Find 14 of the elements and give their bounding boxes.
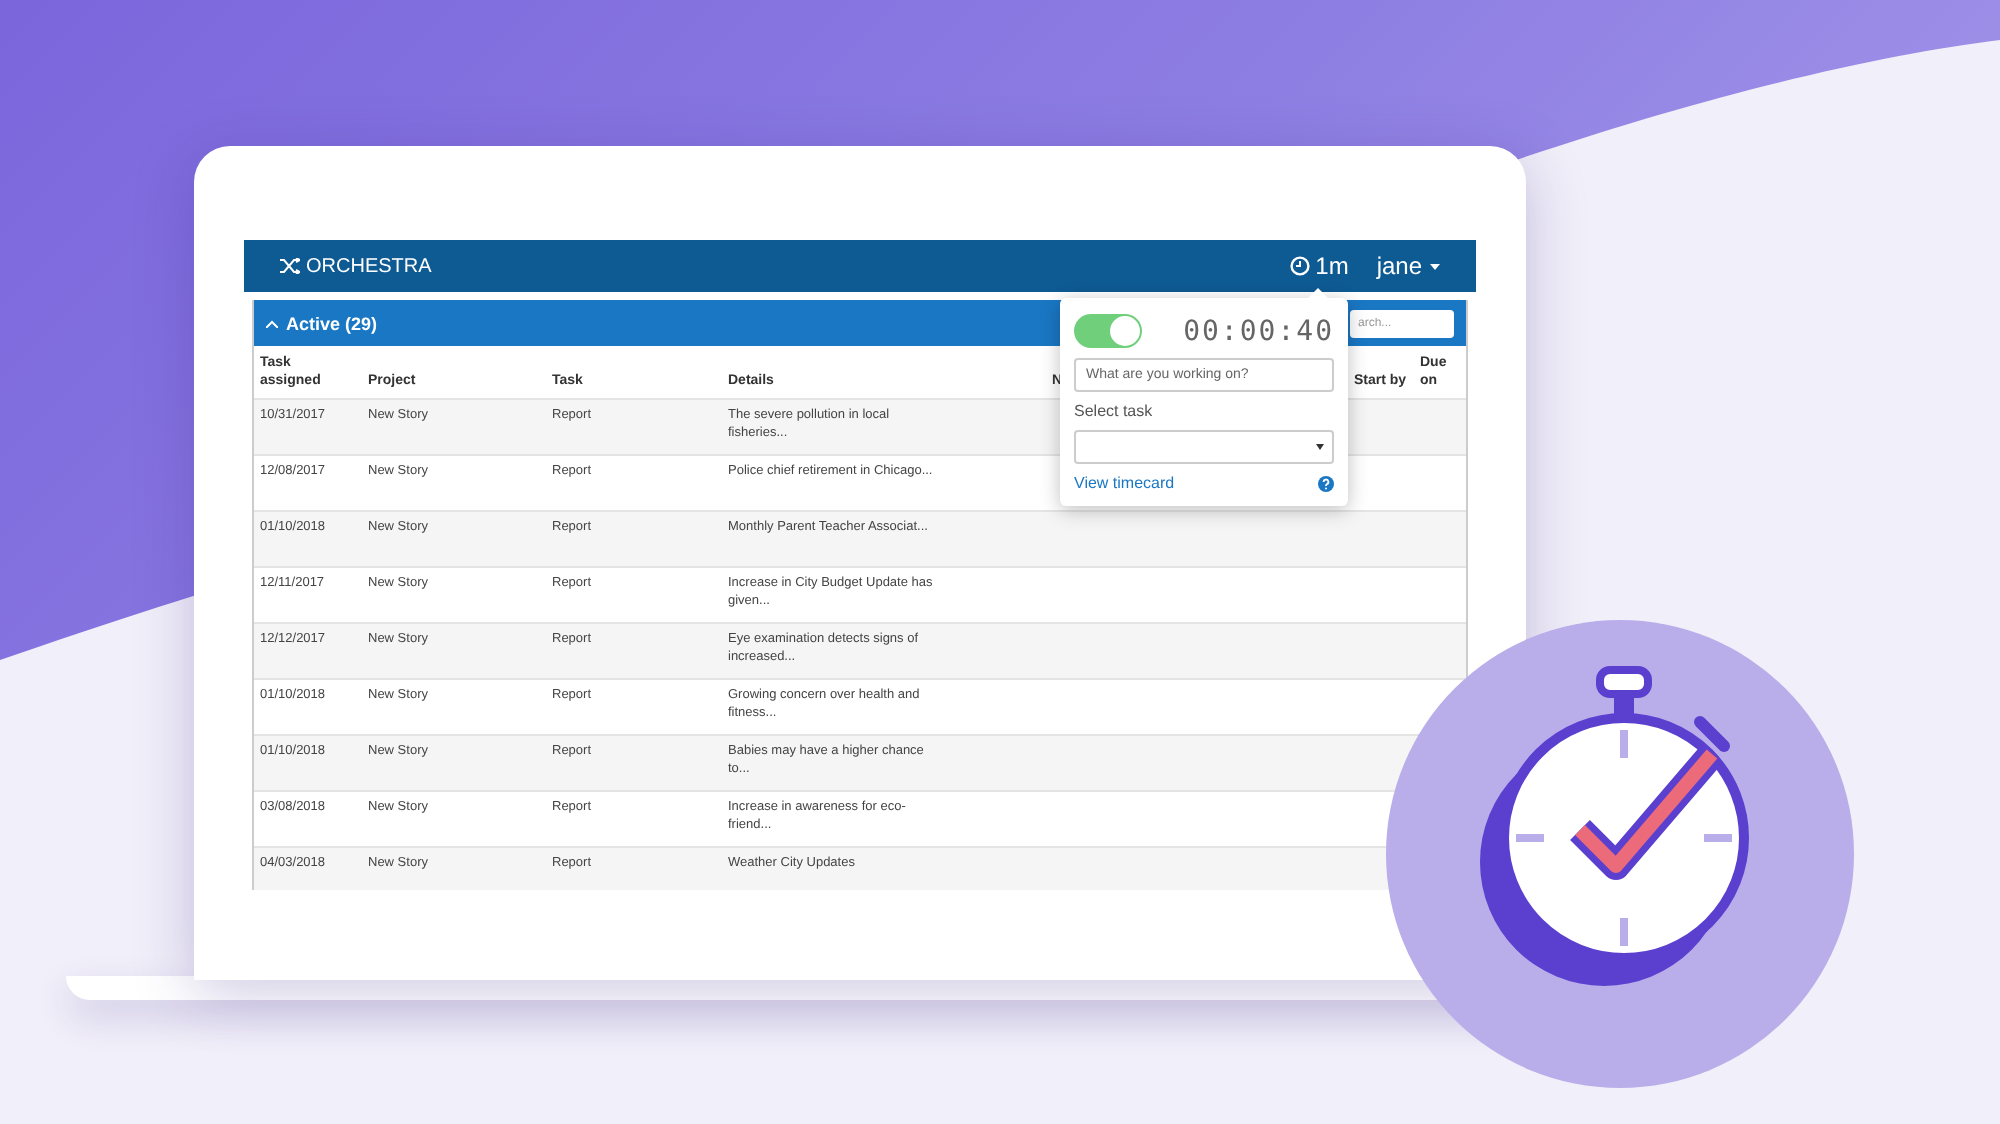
caret-icon bbox=[1316, 444, 1324, 450]
clock-icon bbox=[1289, 256, 1310, 276]
timer-badge[interactable]: 1m bbox=[1289, 252, 1349, 280]
chevron-up-icon[interactable] bbox=[266, 319, 278, 327]
caret-icon bbox=[1430, 263, 1440, 269]
elapsed-time: 00:00:40 bbox=[1183, 315, 1334, 347]
shuffle-icon bbox=[280, 258, 300, 274]
timecard-link[interactable]: View timecard bbox=[1074, 474, 1175, 492]
select-label: Select task bbox=[1074, 402, 1155, 420]
user-menu[interactable]: jane bbox=[1376, 252, 1440, 280]
help-icon[interactable] bbox=[1318, 475, 1334, 491]
app-logo[interactable]: ORCHESTRA bbox=[280, 255, 432, 277]
timer-toggle[interactable] bbox=[1074, 314, 1142, 348]
panel-title: Active (29) bbox=[286, 313, 378, 333]
